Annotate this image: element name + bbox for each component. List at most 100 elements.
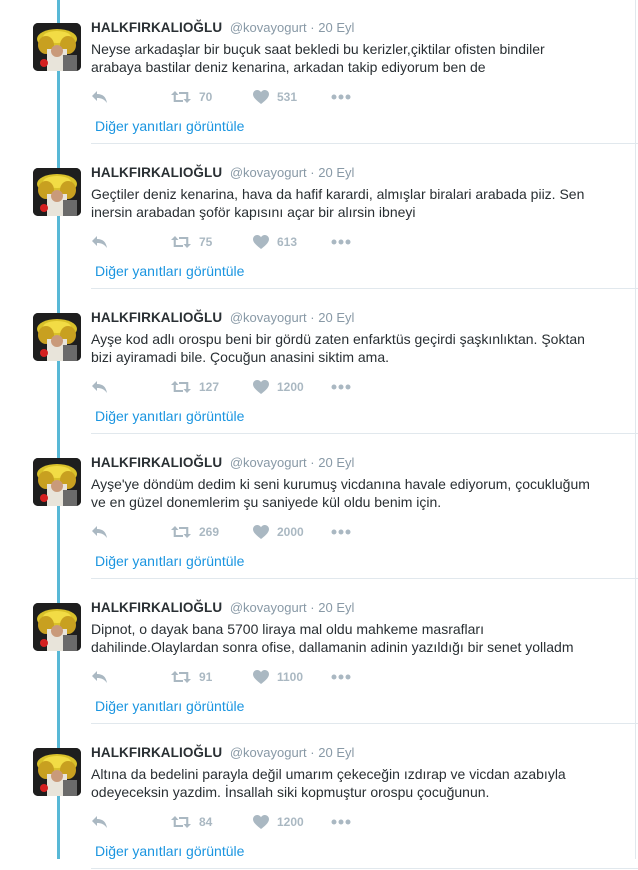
- more-dots-icon: [331, 819, 351, 825]
- like-count[interactable]: 1200: [277, 380, 304, 394]
- tweet-divider: [91, 868, 638, 869]
- retweet-button[interactable]: 91: [171, 668, 212, 686]
- heart-icon: [253, 380, 269, 394]
- avatar[interactable]: [33, 748, 81, 796]
- like-button[interactable]: 613: [253, 233, 297, 251]
- more-dots-icon: [331, 94, 351, 100]
- user-name[interactable]: HALKFIRKALIOĞLU: [91, 20, 222, 35]
- like-count[interactable]: 531: [277, 90, 297, 104]
- retweet-count[interactable]: 70: [199, 90, 212, 104]
- retweet-count[interactable]: 127: [199, 380, 219, 394]
- separator-dot: ·: [310, 20, 315, 35]
- tweet-header: HALKFIRKALIOĞLU @kovayogurt · 20 Eyl: [91, 20, 354, 35]
- tweet-timestamp[interactable]: 20 Eyl: [318, 745, 354, 760]
- user-handle[interactable]: @kovayogurt: [230, 20, 307, 35]
- user-name[interactable]: HALKFIRKALIOĞLU: [91, 165, 222, 180]
- user-handle[interactable]: @kovayogurt: [230, 455, 307, 470]
- view-more-replies-link[interactable]: Diğer yanıtları görüntüle: [95, 408, 244, 424]
- reply-icon: [91, 380, 108, 394]
- avatar[interactable]: [33, 603, 81, 651]
- like-count[interactable]: 613: [277, 235, 297, 249]
- avatar[interactable]: [33, 313, 81, 361]
- reply-icon: [91, 90, 108, 104]
- tweet-header: HALKFIRKALIOĞLU @kovayogurt · 20 Eyl: [91, 455, 354, 470]
- reply-icon: [91, 815, 108, 829]
- retweet-count[interactable]: 84: [199, 815, 212, 829]
- view-more-replies-link[interactable]: Diğer yanıtları görüntüle: [95, 553, 244, 569]
- like-count[interactable]: 1200: [277, 815, 304, 829]
- retweet-button[interactable]: 269: [171, 523, 219, 541]
- tweet-timestamp[interactable]: 20 Eyl: [318, 455, 354, 470]
- avatar[interactable]: [33, 168, 81, 216]
- tweet-actions: 127 1200: [91, 378, 391, 396]
- like-count[interactable]: 2000: [277, 525, 304, 539]
- more-options-button[interactable]: [331, 378, 351, 396]
- reply-button[interactable]: [91, 88, 108, 106]
- tweet-actions: 75 613: [91, 233, 391, 251]
- more-dots-icon: [331, 674, 351, 680]
- retweet-icon: [171, 90, 191, 104]
- retweet-button[interactable]: 84: [171, 813, 212, 831]
- tweet-timestamp[interactable]: 20 Eyl: [318, 165, 354, 180]
- like-button[interactable]: 2000: [253, 523, 304, 541]
- retweet-button[interactable]: 70: [171, 88, 212, 106]
- like-count[interactable]: 1100: [277, 670, 303, 684]
- user-name[interactable]: HALKFIRKALIOĞLU: [91, 310, 222, 325]
- user-name[interactable]: HALKFIRKALIOĞLU: [91, 745, 222, 760]
- more-options-button[interactable]: [331, 88, 351, 106]
- separator-dot: ·: [310, 745, 315, 760]
- more-options-button[interactable]: [331, 813, 351, 831]
- user-handle[interactable]: @kovayogurt: [230, 310, 307, 325]
- separator-dot: ·: [310, 310, 315, 325]
- tweet-divider: [91, 723, 638, 724]
- reply-button[interactable]: [91, 813, 108, 831]
- like-button[interactable]: 531: [253, 88, 297, 106]
- tweet[interactable]: HALKFIRKALIOĞLU @kovayogurt · 20 Eyl Alt…: [0, 725, 638, 870]
- tweet-timestamp[interactable]: 20 Eyl: [318, 310, 354, 325]
- retweet-count[interactable]: 269: [199, 525, 219, 539]
- like-button[interactable]: 1200: [253, 378, 304, 396]
- like-button[interactable]: 1200: [253, 813, 304, 831]
- tweet[interactable]: HALKFIRKALIOĞLU @kovayogurt · 20 Eyl Ayş…: [0, 435, 638, 580]
- tweet-timestamp[interactable]: 20 Eyl: [318, 600, 354, 615]
- retweet-count[interactable]: 75: [199, 235, 212, 249]
- tweet[interactable]: HALKFIRKALIOĞLU @kovayogurt · 20 Eyl Ayş…: [0, 290, 638, 435]
- tweet-divider: [91, 288, 638, 289]
- tweet-header: HALKFIRKALIOĞLU @kovayogurt · 20 Eyl: [91, 600, 354, 615]
- reply-button[interactable]: [91, 523, 108, 541]
- like-button[interactable]: 1100: [253, 668, 303, 686]
- retweet-button[interactable]: 127: [171, 378, 219, 396]
- reply-icon: [91, 235, 108, 249]
- tweet-header: HALKFIRKALIOĞLU @kovayogurt · 20 Eyl: [91, 310, 354, 325]
- heart-icon: [253, 90, 269, 104]
- separator-dot: ·: [310, 165, 315, 180]
- view-more-replies-link[interactable]: Diğer yanıtları görüntüle: [95, 698, 244, 714]
- view-more-replies-link[interactable]: Diğer yanıtları görüntüle: [95, 843, 244, 859]
- user-handle[interactable]: @kovayogurt: [230, 165, 307, 180]
- more-options-button[interactable]: [331, 668, 351, 686]
- view-more-replies-link[interactable]: Diğer yanıtları görüntüle: [95, 118, 244, 134]
- view-more-replies-link[interactable]: Diğer yanıtları görüntüle: [95, 263, 244, 279]
- user-name[interactable]: HALKFIRKALIOĞLU: [91, 455, 222, 470]
- more-options-button[interactable]: [331, 523, 351, 541]
- tweet-timestamp[interactable]: 20 Eyl: [318, 20, 354, 35]
- user-handle[interactable]: @kovayogurt: [230, 745, 307, 760]
- reply-button[interactable]: [91, 668, 108, 686]
- more-options-button[interactable]: [331, 233, 351, 251]
- user-handle[interactable]: @kovayogurt: [230, 600, 307, 615]
- tweet-text: Altına da bedelini parayla değil umarım …: [91, 766, 566, 800]
- tweet[interactable]: HALKFIRKALIOĞLU @kovayogurt · 20 Eyl Dip…: [0, 580, 638, 725]
- retweet-button[interactable]: 75: [171, 233, 212, 251]
- reply-icon: [91, 670, 108, 684]
- retweet-icon: [171, 670, 191, 684]
- tweet[interactable]: HALKFIRKALIOĞLU @kovayogurt · 20 Eyl Geç…: [0, 145, 638, 290]
- avatar[interactable]: [33, 458, 81, 506]
- retweet-count[interactable]: 91: [199, 670, 212, 684]
- tweet-text: Neyse arkadaşlar bir buçuk saat bekledi …: [91, 41, 545, 75]
- user-name[interactable]: HALKFIRKALIOĞLU: [91, 600, 222, 615]
- avatar[interactable]: [33, 23, 81, 71]
- reply-button[interactable]: [91, 378, 108, 396]
- retweet-icon: [171, 815, 191, 829]
- reply-button[interactable]: [91, 233, 108, 251]
- tweet[interactable]: HALKFIRKALIOĞLU @kovayogurt · 20 Eyl Ney…: [0, 0, 638, 145]
